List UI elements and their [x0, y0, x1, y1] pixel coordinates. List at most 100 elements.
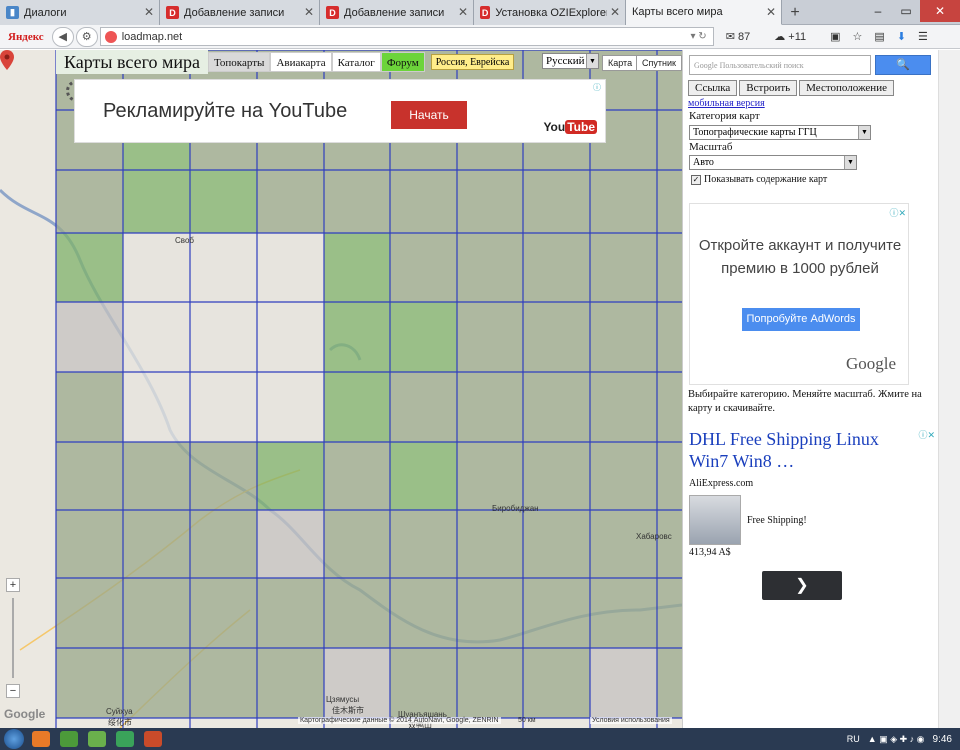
map-tile[interactable] — [523, 233, 590, 302]
map-tile[interactable] — [390, 170, 457, 233]
map-tile[interactable] — [457, 170, 523, 233]
map-tile[interactable] — [324, 302, 390, 372]
terms-link[interactable]: Условия использования — [590, 717, 672, 724]
map-tile[interactable] — [324, 170, 390, 233]
map-tile[interactable] — [190, 578, 257, 648]
new-tab-button[interactable]: + — [782, 0, 808, 25]
map-tile[interactable] — [123, 302, 190, 372]
extension-icon[interactable]: ▣ — [830, 30, 840, 43]
tab-aviamap[interactable]: Авиакарта — [270, 52, 332, 72]
embed-button[interactable]: Встроить — [739, 80, 798, 96]
map-tile[interactable] — [257, 442, 324, 510]
map-tile[interactable] — [390, 302, 457, 372]
zoom-in-button[interactable]: + — [6, 578, 20, 592]
map-tiles-layer[interactable] — [0, 50, 682, 728]
map-tile[interactable] — [257, 578, 324, 648]
map-tile[interactable] — [523, 510, 590, 578]
map-tile[interactable] — [123, 510, 190, 578]
firefox-icon[interactable] — [32, 731, 50, 747]
map-tile[interactable] — [56, 233, 123, 302]
minimize-icon[interactable]: – — [864, 0, 892, 22]
clock[interactable]: 9:46 — [933, 734, 952, 745]
map-tile[interactable] — [123, 442, 190, 510]
input-language[interactable]: RU — [847, 734, 860, 744]
map-tile[interactable] — [56, 578, 123, 648]
map-tile[interactable] — [457, 372, 523, 442]
map-tile[interactable] — [657, 110, 682, 170]
close-tab-icon[interactable]: ✕ — [458, 5, 468, 19]
close-tab-icon[interactable]: ✕ — [610, 5, 620, 19]
map-tile[interactable] — [190, 372, 257, 442]
map-tile[interactable] — [523, 442, 590, 510]
map-tile[interactable] — [56, 442, 123, 510]
zoom-slider[interactable] — [12, 598, 14, 678]
map-tile[interactable] — [590, 442, 657, 510]
tab-add-post-2[interactable]: D Добавление записи ✕ — [320, 0, 474, 25]
settings-gear-icon[interactable]: ⚙ — [75, 26, 98, 47]
map-tile[interactable] — [257, 372, 324, 442]
menu-icon[interactable]: ☰ — [918, 30, 928, 43]
map-tile[interactable] — [457, 648, 523, 718]
adwords-ad[interactable]: ⓘ✕ Откройте аккаунт и получите премию в … — [689, 203, 909, 385]
map-tile[interactable] — [190, 510, 257, 578]
ad-product[interactable]: Free Shipping! — [689, 495, 909, 545]
chrome-icon[interactable] — [60, 731, 78, 747]
search-button[interactable]: 🔍 — [875, 55, 931, 75]
category-select[interactable]: Топографические карты ГГЦ ▼ — [689, 125, 871, 140]
close-tab-icon[interactable]: ✕ — [304, 5, 314, 19]
map-tile[interactable] — [390, 372, 457, 442]
map-canvas[interactable]: Своб Биробиджан Хабаровс Цзямусы 佳木斯市 Шу… — [0, 50, 682, 728]
map-tile[interactable] — [657, 578, 682, 648]
ad-close-icon[interactable]: ⓘ✕ — [889, 206, 906, 219]
map-tile[interactable] — [257, 233, 324, 302]
aliexpress-ad[interactable]: ⓘ✕ DHL Free Shipping Linux Win7 Win8 … A… — [689, 428, 935, 558]
tab-forum[interactable]: Форум — [380, 52, 425, 72]
bookmark-star-icon[interactable]: ☆ — [853, 30, 863, 43]
map-tile[interactable] — [324, 578, 390, 648]
map-tile[interactable] — [324, 510, 390, 578]
map-tile[interactable] — [56, 170, 123, 233]
map-tile[interactable] — [257, 170, 324, 233]
language-select[interactable]: Русский ▼ — [542, 53, 599, 69]
utorrent-icon[interactable] — [88, 731, 106, 747]
map-tile[interactable] — [590, 510, 657, 578]
map-tile[interactable] — [123, 578, 190, 648]
yandex-logo[interactable]: Яндекс — [0, 31, 52, 43]
ad-site[interactable]: AliExpress.com — [689, 478, 909, 489]
map-tile[interactable] — [123, 648, 190, 718]
start-button[interactable] — [4, 729, 24, 749]
map-tile[interactable] — [523, 170, 590, 233]
map-tile[interactable] — [190, 302, 257, 372]
mobile-version-link[interactable]: мобильная версия — [688, 98, 765, 109]
map-tile[interactable] — [257, 648, 324, 718]
map-tile[interactable] — [56, 372, 123, 442]
map-tile[interactable] — [457, 510, 523, 578]
download-icon[interactable]: ⬇ — [897, 30, 906, 43]
maximize-icon[interactable]: ▭ — [892, 0, 920, 22]
map-tile[interactable] — [190, 170, 257, 233]
page-scrollbar[interactable] — [938, 50, 960, 728]
map-tile[interactable] — [590, 578, 657, 648]
map-tile[interactable] — [56, 510, 123, 578]
product-thumbnail[interactable] — [689, 495, 741, 545]
adchoices-icon[interactable]: ⓘ — [593, 82, 603, 92]
map-tile[interactable] — [523, 578, 590, 648]
map-tile[interactable] — [457, 233, 523, 302]
reload-icon[interactable]: ▾ ↻ — [691, 31, 707, 42]
map-tile[interactable] — [324, 233, 390, 302]
next-arrow-button[interactable]: ❯ — [762, 571, 842, 600]
map-tile[interactable] — [523, 372, 590, 442]
search-input[interactable]: Google Пользовательский поиск — [689, 55, 871, 75]
tab-world-maps[interactable]: Карты всего мира ✕ — [626, 0, 782, 25]
tab-dialogs[interactable]: ▮ Диалоги ✕ — [0, 0, 160, 25]
map-tile[interactable] — [590, 372, 657, 442]
address-bar[interactable]: loadmap.net ▾ ↻ — [99, 27, 714, 46]
tab-topomaps[interactable]: Топокарты — [208, 52, 271, 72]
location-button[interactable]: Местоположение — [799, 80, 894, 96]
checkbox-checked-icon[interactable]: ✓ — [691, 174, 701, 185]
link-button[interactable]: Ссылка — [688, 80, 738, 96]
show-contents-checkbox[interactable]: ✓ Показывать содержание карт — [691, 174, 827, 185]
scale-select[interactable]: Авто ▼ — [689, 155, 857, 170]
ad-start-button[interactable]: Начать — [391, 101, 467, 129]
tab-add-post-1[interactable]: D Добавление записи ✕ — [160, 0, 320, 25]
